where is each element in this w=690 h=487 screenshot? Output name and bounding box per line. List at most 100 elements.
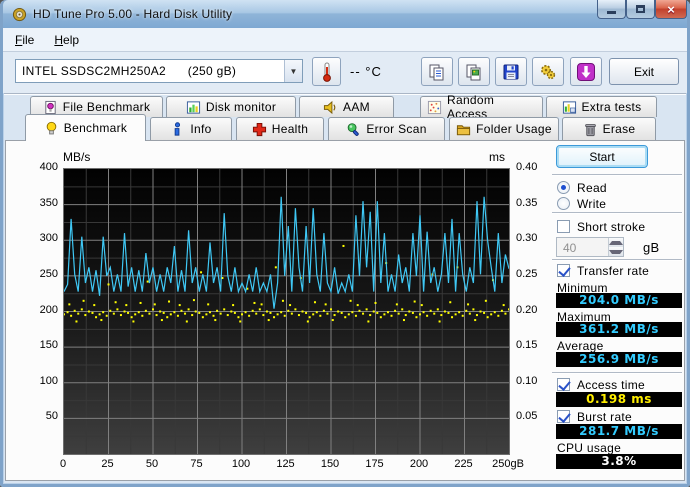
start-button[interactable]: Start bbox=[556, 145, 648, 168]
axis-tick-label: 400 bbox=[39, 161, 58, 173]
title-bar[interactable]: HD Tune Pro 5.00 - Hard Disk Utility bbox=[3, 0, 687, 28]
axis-tick-label: 75 bbox=[190, 458, 203, 470]
download-arrow-icon bbox=[577, 62, 595, 81]
tab-benchmark-active[interactable]: Benchmark bbox=[25, 114, 146, 141]
start-label: Start bbox=[589, 149, 615, 164]
axis-tick-label: 225 bbox=[454, 458, 473, 470]
options-button[interactable] bbox=[532, 57, 564, 86]
stepper-down-button[interactable] bbox=[609, 247, 623, 256]
menu-bar: File Help bbox=[3, 28, 687, 52]
speaker-icon bbox=[323, 100, 336, 114]
download-update-button[interactable] bbox=[570, 57, 602, 86]
tab-info[interactable]: Info bbox=[150, 117, 232, 140]
axis-tick-label: 50 bbox=[45, 410, 58, 423]
drive-select-value: INTEL SSDSC2MH250A2 (250 gB) bbox=[22, 64, 237, 78]
maximize-icon bbox=[636, 5, 645, 13]
stepper-up-button[interactable] bbox=[609, 238, 623, 247]
read-radio[interactable] bbox=[557, 181, 570, 194]
copy-image-button[interactable] bbox=[458, 57, 490, 86]
average-value: 256.9 MB/s bbox=[556, 352, 682, 367]
close-button[interactable]: × bbox=[655, 0, 687, 19]
axis-tick-label: 0 bbox=[59, 458, 67, 470]
tab-random-access[interactable]: Random Access bbox=[420, 93, 543, 121]
cpu-usage-label: CPU usage bbox=[557, 441, 622, 455]
transfer-rate-label[interactable]: Transfer rate bbox=[577, 264, 649, 278]
magnifier-icon bbox=[348, 122, 360, 136]
tab-extra-tests[interactable]: Extra tests bbox=[546, 96, 657, 117]
folder-icon bbox=[457, 124, 471, 135]
write-label[interactable]: Write bbox=[577, 197, 606, 211]
burst-rate-label[interactable]: Burst rate bbox=[577, 410, 632, 424]
arrow-up-icon bbox=[609, 240, 623, 245]
extra-tests-icon bbox=[562, 100, 576, 114]
close-icon: × bbox=[667, 1, 675, 17]
axis-tick-label: 150 bbox=[39, 339, 58, 352]
separator bbox=[552, 212, 682, 214]
exit-label: Exit bbox=[633, 64, 654, 79]
separator bbox=[552, 372, 682, 374]
info-icon bbox=[175, 121, 181, 136]
axis-tick-label: 0.30 bbox=[516, 232, 538, 245]
app-icon bbox=[12, 7, 27, 21]
save-button[interactable] bbox=[495, 57, 527, 86]
tab-folder-usage[interactable]: Folder Usage bbox=[449, 117, 559, 140]
axis-tick-label: 0.40 bbox=[516, 161, 538, 173]
axis-tick-label: 250gB bbox=[492, 458, 524, 470]
axis-tick-label: 300 bbox=[39, 232, 58, 245]
axis-tick-label: 150 bbox=[320, 458, 340, 470]
disk-monitor-icon bbox=[186, 100, 200, 114]
axis-tick-label: 100 bbox=[231, 458, 251, 470]
temperature-value: -- °C bbox=[350, 64, 382, 79]
axis-tick-label: 350 bbox=[39, 196, 58, 209]
separator bbox=[552, 259, 682, 261]
y-left-axis-unit: MB/s bbox=[63, 150, 91, 164]
app-window: HD Tune Pro 5.00 - Hard Disk Utility × F… bbox=[0, 0, 690, 487]
cpu-usage-value: 3.8% bbox=[556, 454, 682, 469]
minimize-icon bbox=[607, 10, 616, 14]
lightbulb-icon bbox=[46, 121, 57, 134]
benchmark-chart bbox=[63, 168, 510, 455]
copy-text-button[interactable] bbox=[421, 57, 453, 86]
tab-aam[interactable]: AAM bbox=[299, 96, 394, 117]
short-stroke-unit: gB bbox=[643, 240, 660, 255]
minimum-value: 204.0 MB/s bbox=[556, 293, 682, 308]
menu-file[interactable]: File bbox=[7, 30, 42, 50]
tab-health[interactable]: Health bbox=[236, 117, 324, 140]
tab-erase[interactable]: Erase bbox=[562, 117, 656, 140]
axis-tick-label: 25 bbox=[101, 458, 114, 470]
exit-button[interactable]: Exit bbox=[609, 58, 679, 85]
short-stroke-label[interactable]: Short stroke bbox=[577, 220, 645, 234]
chevron-down-icon[interactable]: ▼ bbox=[284, 60, 302, 82]
write-radio[interactable] bbox=[557, 197, 570, 210]
chart-canvas bbox=[64, 169, 509, 454]
copy-image-icon bbox=[466, 64, 481, 80]
access-time-checkbox[interactable] bbox=[557, 378, 570, 391]
axis-tick-label: 0.20 bbox=[516, 303, 538, 316]
read-label[interactable]: Read bbox=[577, 181, 607, 195]
axis-tick-label: 0.35 bbox=[516, 196, 538, 209]
maximize-button[interactable] bbox=[626, 0, 655, 19]
burst-rate-value: 281.7 MB/s bbox=[556, 424, 682, 439]
axis-tick-label: 0.10 bbox=[516, 374, 538, 387]
access-time-label[interactable]: Access time bbox=[577, 378, 645, 392]
short-stroke-stepper[interactable]: 40 bbox=[556, 237, 624, 257]
axis-tick-label: 0.15 bbox=[516, 339, 538, 352]
menu-help[interactable]: Help bbox=[46, 30, 87, 50]
copy-text-icon bbox=[429, 64, 444, 80]
y-right-axis-unit: ms bbox=[489, 150, 505, 164]
tab-label: AAM bbox=[343, 100, 370, 114]
short-stroke-checkbox[interactable] bbox=[557, 220, 570, 233]
short-stroke-value: 40 bbox=[563, 241, 577, 255]
drive-select[interactable]: INTEL SSDSC2MH250A2 (250 gB) ▼ bbox=[15, 59, 303, 83]
gears-icon bbox=[541, 64, 556, 79]
minimize-button[interactable] bbox=[597, 0, 626, 19]
temperature-button[interactable] bbox=[312, 57, 341, 86]
burst-rate-checkbox[interactable] bbox=[557, 410, 570, 423]
axis-tick-label: 250 bbox=[39, 267, 58, 280]
axis-tick-label: 200 bbox=[39, 303, 58, 316]
axis-tick-label: 0.25 bbox=[516, 267, 538, 280]
tab-disk-monitor[interactable]: Disk monitor bbox=[166, 96, 296, 117]
tab-label: File Benchmark bbox=[62, 100, 151, 114]
transfer-rate-checkbox[interactable] bbox=[557, 264, 570, 277]
tab-error-scan[interactable]: Error Scan bbox=[328, 117, 445, 140]
